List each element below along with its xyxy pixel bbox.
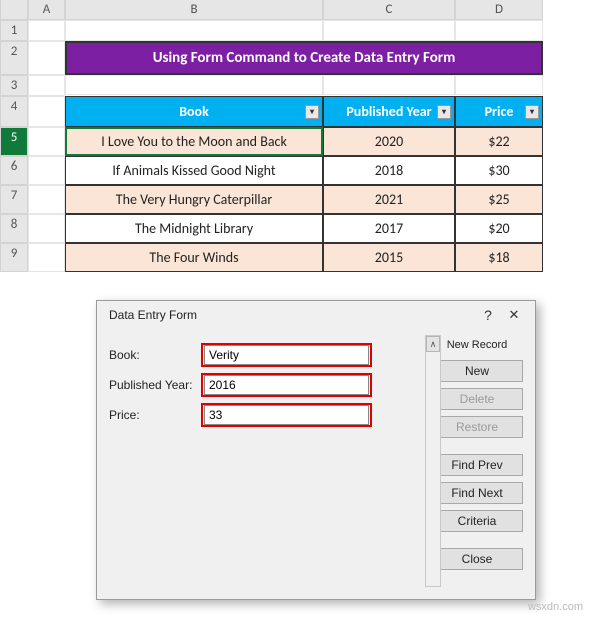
dialog-titlebar[interactable]: Data Entry Form ? ✕ bbox=[97, 301, 535, 329]
row-header[interactable]: 1 bbox=[0, 20, 28, 41]
record-status: New Record bbox=[431, 339, 523, 351]
row-header[interactable]: 2 bbox=[0, 41, 28, 75]
dialog-title: Data Entry Form bbox=[109, 308, 475, 322]
new-button[interactable]: New bbox=[431, 360, 523, 382]
cell[interactable] bbox=[28, 41, 65, 75]
scroll-up-icon[interactable]: ∧ bbox=[426, 336, 440, 352]
cell[interactable] bbox=[28, 185, 65, 214]
price-input[interactable] bbox=[204, 405, 369, 425]
table-cell-price[interactable]: $25 bbox=[455, 185, 543, 214]
table-cell-year[interactable]: 2021 bbox=[323, 185, 455, 214]
table-cell-price[interactable]: $22 bbox=[455, 127, 543, 156]
table-header-book[interactable]: Book ▾ bbox=[65, 96, 323, 127]
book-input[interactable] bbox=[204, 345, 369, 365]
close-icon[interactable]: ✕ bbox=[501, 307, 527, 323]
cell[interactable] bbox=[28, 156, 65, 185]
row-header[interactable]: 9 bbox=[0, 243, 28, 272]
page-title: Using Form Command to Create Data Entry … bbox=[65, 41, 543, 75]
table-cell-year[interactable]: 2015 bbox=[323, 243, 455, 272]
table-cell-year[interactable]: 2020 bbox=[323, 127, 455, 156]
filter-dropdown-icon[interactable]: ▾ bbox=[305, 105, 319, 119]
form-fields: Book: Published Year: Price: bbox=[109, 337, 423, 573]
year-label: Published Year: bbox=[109, 378, 204, 392]
col-header-b[interactable]: B bbox=[65, 0, 323, 20]
table-cell-year[interactable]: 2018 bbox=[323, 156, 455, 185]
help-icon[interactable]: ? bbox=[475, 307, 501, 323]
corner-cell[interactable] bbox=[0, 0, 28, 20]
cell[interactable] bbox=[28, 243, 65, 272]
delete-button: Delete bbox=[431, 388, 523, 410]
table-header-label: Published Year bbox=[346, 103, 431, 120]
cell[interactable] bbox=[28, 75, 65, 96]
table-cell-book[interactable]: If Animals Kissed Good Night bbox=[65, 156, 323, 185]
table-cell-price[interactable]: $18 bbox=[455, 243, 543, 272]
table-cell-book[interactable]: The Four Winds bbox=[65, 243, 323, 272]
cell[interactable] bbox=[65, 75, 323, 95]
filter-dropdown-icon[interactable]: ▾ bbox=[525, 105, 539, 119]
dialog-scrollbar[interactable]: ∧ bbox=[425, 335, 441, 587]
cell[interactable] bbox=[455, 75, 543, 95]
cell[interactable] bbox=[455, 20, 543, 41]
cell[interactable] bbox=[65, 20, 323, 41]
book-label: Book: bbox=[109, 348, 204, 362]
filter-dropdown-icon[interactable]: ▾ bbox=[437, 105, 451, 119]
criteria-button[interactable]: Criteria bbox=[431, 510, 523, 532]
cell[interactable] bbox=[323, 75, 455, 95]
row-header[interactable]: 3 bbox=[0, 75, 28, 96]
row-header[interactable]: 4 bbox=[0, 96, 28, 127]
table-cell-year[interactable]: 2017 bbox=[323, 214, 455, 243]
data-entry-form-dialog: Data Entry Form ? ✕ Book: Published Year… bbox=[96, 300, 536, 600]
cell[interactable] bbox=[28, 96, 65, 127]
table-cell-book[interactable]: The Very Hungry Caterpillar bbox=[65, 185, 323, 214]
row-header[interactable]: 8 bbox=[0, 214, 28, 243]
find-prev-button[interactable]: Find Prev bbox=[431, 454, 523, 476]
col-header-c[interactable]: C bbox=[323, 0, 455, 20]
highlight-box bbox=[201, 373, 372, 397]
col-header-d[interactable]: D bbox=[455, 0, 543, 20]
restore-button: Restore bbox=[431, 416, 523, 438]
col-header-a[interactable]: A bbox=[28, 0, 65, 20]
highlight-box bbox=[201, 343, 372, 367]
table-cell-book[interactable]: The Midnight Library bbox=[65, 214, 323, 243]
close-button[interactable]: Close bbox=[431, 548, 523, 570]
table-header-label: Book bbox=[179, 103, 209, 120]
cell[interactable] bbox=[28, 20, 65, 41]
table-header-price[interactable]: Price ▾ bbox=[455, 96, 543, 127]
cell[interactable] bbox=[28, 127, 65, 156]
price-label: Price: bbox=[109, 408, 204, 422]
highlight-box bbox=[201, 403, 372, 427]
table-cell-price[interactable]: $30 bbox=[455, 156, 543, 185]
table-header-label: Price bbox=[485, 103, 514, 120]
cell[interactable] bbox=[323, 20, 455, 41]
year-input[interactable] bbox=[204, 375, 369, 395]
table-cell-book[interactable]: I Love You to the Moon and Back bbox=[65, 127, 323, 156]
row-header[interactable]: 7 bbox=[0, 185, 28, 214]
table-cell-price[interactable]: $20 bbox=[455, 214, 543, 243]
table-header-year[interactable]: Published Year ▾ bbox=[323, 96, 455, 127]
cell[interactable] bbox=[28, 214, 65, 243]
spreadsheet-grid: A B C D 1 2 Using Form Command to Create… bbox=[0, 0, 589, 272]
watermark: wsxdn.com bbox=[528, 601, 583, 613]
row-header[interactable]: 6 bbox=[0, 156, 28, 185]
row-header[interactable]: 5 bbox=[0, 127, 28, 156]
find-next-button[interactable]: Find Next bbox=[431, 482, 523, 504]
